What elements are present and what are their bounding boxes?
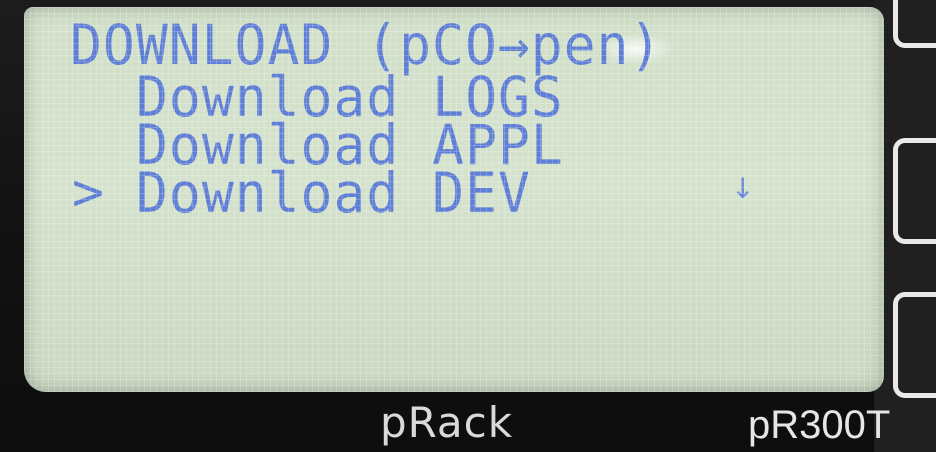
bezel-key-outline-middle (893, 138, 936, 244)
scroll-down-arrow-icon: ↓ (731, 172, 755, 205)
lcd-screen: DOWNLOAD (pCO→pen) Download LOGS Downloa… (24, 7, 884, 392)
menu-item-download-dev[interactable]: Download DEV (136, 164, 531, 224)
selection-cursor-icon: > (72, 162, 104, 223)
controller-device: DOWNLOAD (pCO→pen) Download LOGS Downloa… (0, 0, 936, 452)
bezel-key-outline-bottom (893, 292, 936, 398)
bezel-key-outline-top (893, 0, 936, 48)
brand-logo: pRack (380, 398, 514, 447)
model-label: pR300T (748, 403, 891, 447)
